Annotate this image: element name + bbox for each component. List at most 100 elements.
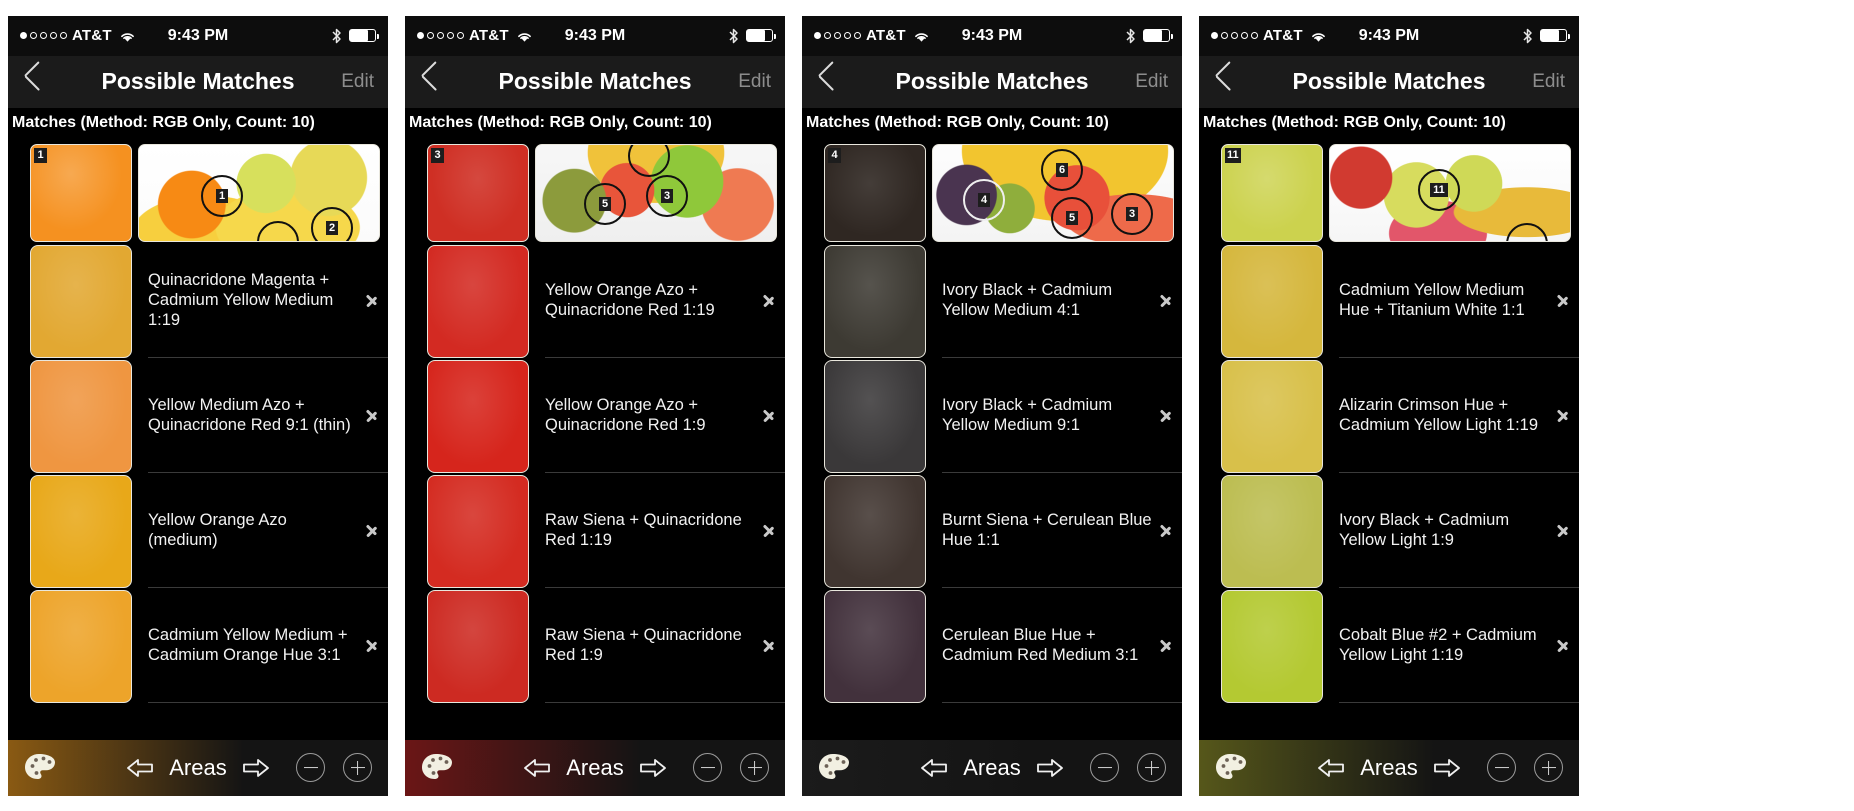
chevron-right-icon[interactable] xyxy=(1558,405,1569,425)
areas-label: Areas xyxy=(963,754,1021,780)
chevron-right-icon[interactable] xyxy=(367,635,378,655)
minus-circle-icon[interactable] xyxy=(693,753,722,782)
match-row-body: Yellow Orange Azo + Quinacridone Red 1:1… xyxy=(545,243,785,358)
selected-area-swatch[interactable]: 11 xyxy=(1221,143,1323,242)
matches-list[interactable]: Quinacridone Magenta + Cadmium Yellow Me… xyxy=(8,242,388,740)
plus-circle-icon[interactable] xyxy=(343,753,372,782)
source-photo[interactable]: 4 6 5 3 xyxy=(932,143,1174,242)
photo-area-marker[interactable]: 6 xyxy=(1041,148,1083,191)
arrow-left-icon[interactable] xyxy=(522,757,552,779)
chevron-right-icon[interactable] xyxy=(764,635,775,655)
chevron-right-icon[interactable] xyxy=(367,290,378,310)
match-row[interactable]: Raw Siena + Quinacridone Red 1:9 xyxy=(405,588,785,703)
chevron-right-icon[interactable] xyxy=(1161,520,1172,540)
chevron-right-icon[interactable] xyxy=(764,290,775,310)
battery-icon xyxy=(746,29,776,42)
photo-area-marker[interactable] xyxy=(1506,222,1548,241)
match-row-body: Ivory Black + Cadmium Yellow Medium 4:1 xyxy=(942,243,1182,358)
photo-area-marker[interactable] xyxy=(628,144,670,177)
match-row[interactable]: Yellow Medium Azo + Quinacridone Red 9:1… xyxy=(8,358,388,473)
plus-circle-icon[interactable] xyxy=(1137,753,1166,782)
source-photo[interactable]: 12 xyxy=(138,143,380,242)
palette-icon[interactable] xyxy=(24,753,58,783)
photo-area-marker[interactable]: 1 xyxy=(201,174,243,217)
chevron-right-icon[interactable] xyxy=(1558,635,1569,655)
arrow-right-icon[interactable] xyxy=(1035,757,1065,779)
marker-number: 5 xyxy=(1065,210,1079,225)
photo-area-marker[interactable] xyxy=(257,220,299,241)
chevron-left-icon[interactable] xyxy=(419,65,441,99)
match-row[interactable]: Cadmium Yellow Medium + Cadmium Orange H… xyxy=(8,588,388,703)
photo-area-marker[interactable]: 3 xyxy=(1111,192,1153,235)
match-row[interactable]: Cerulean Blue Hue + Cadmium Red Medium 3… xyxy=(802,588,1182,703)
chevron-right-icon[interactable] xyxy=(764,520,775,540)
chevron-right-icon[interactable] xyxy=(764,405,775,425)
edit-button[interactable]: Edit xyxy=(738,71,771,93)
match-row[interactable]: Ivory Black + Cadmium Yellow Medium 9:1 xyxy=(802,358,1182,473)
source-photo[interactable]: 11 xyxy=(1329,143,1571,242)
match-recipe-label: Quinacridone Magenta + Cadmium Yellow Me… xyxy=(148,270,334,329)
edit-button[interactable]: Edit xyxy=(1532,71,1565,93)
match-recipe-label: Raw Siena + Quinacridone Red 1:9 xyxy=(545,625,742,664)
minus-circle-icon[interactable] xyxy=(296,753,325,782)
arrow-left-icon[interactable] xyxy=(125,757,155,779)
selected-area-swatch[interactable]: 4 xyxy=(824,143,926,242)
chevron-right-icon[interactable] xyxy=(1558,290,1569,310)
arrow-right-icon[interactable] xyxy=(638,757,668,779)
palette-icon[interactable] xyxy=(818,753,852,783)
selected-area-swatch[interactable]: 1 xyxy=(30,143,132,242)
status-bar: AT&T 9:43 PM xyxy=(8,15,388,56)
photo-area-marker[interactable]: 5 xyxy=(1051,196,1093,239)
palette-icon[interactable] xyxy=(421,753,455,783)
source-photo[interactable]: 53 xyxy=(535,143,777,242)
minus-circle-icon[interactable] xyxy=(1487,753,1516,782)
chevron-left-icon[interactable] xyxy=(22,65,44,99)
selected-area-swatch[interactable]: 3 xyxy=(427,143,529,242)
photo-area-marker[interactable]: 3 xyxy=(646,174,688,217)
match-row[interactable]: Yellow Orange Azo + Quinacridone Red 1:9 xyxy=(405,358,785,473)
chevron-right-icon[interactable] xyxy=(1558,520,1569,540)
chevron-right-icon[interactable] xyxy=(1161,290,1172,310)
match-row[interactable]: Raw Siena + Quinacridone Red 1:19 xyxy=(405,473,785,588)
edit-button[interactable]: Edit xyxy=(341,71,374,93)
match-row[interactable]: Cadmium Yellow Medium Hue + Titanium Whi… xyxy=(1199,243,1579,358)
arrow-left-icon[interactable] xyxy=(919,757,949,779)
chevron-left-icon[interactable] xyxy=(816,65,838,99)
match-row[interactable]: Quinacridone Magenta + Cadmium Yellow Me… xyxy=(8,243,388,358)
match-row[interactable]: Burnt Siena + Cerulean Blue Hue 1:1 xyxy=(802,473,1182,588)
photo-area-marker[interactable]: 5 xyxy=(584,182,626,225)
bluetooth-icon xyxy=(728,28,739,44)
minus-circle-icon[interactable] xyxy=(1090,753,1119,782)
palette-icon[interactable] xyxy=(1215,753,1249,783)
match-row[interactable]: Ivory Black + Cadmium Yellow Medium 4:1 xyxy=(802,243,1182,358)
photo-area-marker[interactable]: 4 xyxy=(963,178,1005,221)
matches-list[interactable]: Yellow Orange Azo + Quinacridone Red 1:1… xyxy=(405,242,785,740)
match-row[interactable]: Yellow Orange Azo (medium) xyxy=(8,473,388,588)
match-row[interactable]: Cobalt Blue #2 + Cadmium Yellow Light 1:… xyxy=(1199,588,1579,703)
chevron-right-icon[interactable] xyxy=(367,405,378,425)
plus-circle-icon[interactable] xyxy=(1534,753,1563,782)
match-row[interactable]: Yellow Orange Azo + Quinacridone Red 1:1… xyxy=(405,243,785,358)
marker-number: 11 xyxy=(1430,182,1448,197)
arrow-left-icon[interactable] xyxy=(1316,757,1346,779)
photo-area-marker[interactable]: 11 xyxy=(1418,168,1460,211)
status-left: AT&T xyxy=(814,27,929,44)
chevron-right-icon[interactable] xyxy=(367,520,378,540)
area-number-badge: 11 xyxy=(1225,147,1241,163)
chevron-right-icon[interactable] xyxy=(1161,405,1172,425)
signal-dot xyxy=(457,32,464,39)
arrow-right-icon[interactable] xyxy=(1432,757,1462,779)
chevron-left-icon[interactable] xyxy=(1213,65,1235,99)
plus-circle-icon[interactable] xyxy=(740,753,769,782)
edit-button[interactable]: Edit xyxy=(1135,71,1168,93)
arrow-right-icon[interactable] xyxy=(241,757,271,779)
match-row-body: Cadmium Yellow Medium Hue + Titanium Whi… xyxy=(1339,243,1579,358)
photo-area-marker[interactable]: 2 xyxy=(311,206,353,241)
areas-label: Areas xyxy=(566,754,624,780)
bottom-toolbar: Areas xyxy=(802,739,1182,796)
matches-list[interactable]: Ivory Black + Cadmium Yellow Medium 4:1 I… xyxy=(802,242,1182,740)
chevron-right-icon[interactable] xyxy=(1161,635,1172,655)
match-row[interactable]: Ivory Black + Cadmium Yellow Light 1:9 xyxy=(1199,473,1579,588)
matches-list[interactable]: Cadmium Yellow Medium Hue + Titanium Whi… xyxy=(1199,242,1579,740)
match-row[interactable]: Alizarin Crimson Hue + Cadmium Yellow Li… xyxy=(1199,358,1579,473)
